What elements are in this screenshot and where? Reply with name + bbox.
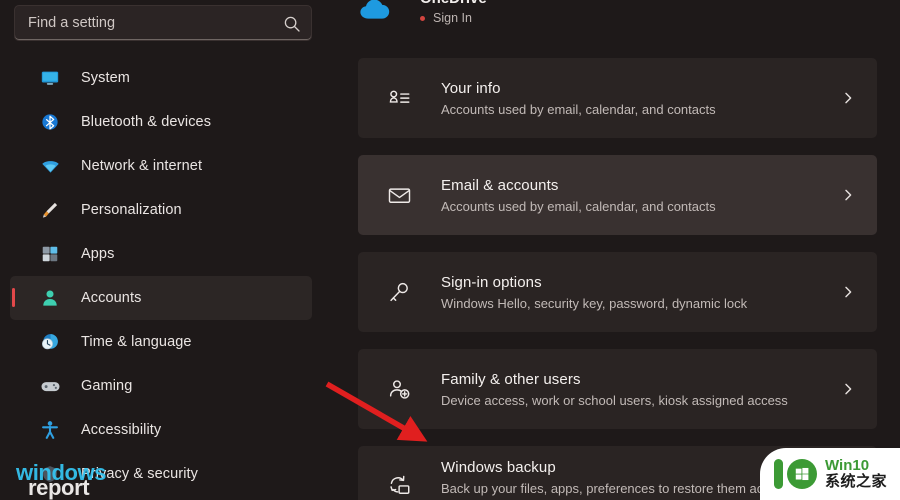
account-status-label: Sign In xyxy=(433,11,472,25)
sidebar-item-personalization[interactable]: Personalization xyxy=(10,188,312,232)
user-details-icon xyxy=(386,85,412,111)
account-status[interactable]: Sign In xyxy=(420,11,487,26)
watermark-win10-line: Win10 xyxy=(825,457,870,475)
sidebar-item-bluetooth-devices[interactable]: Bluetooth & devices xyxy=(10,100,312,144)
sidebar: Find a setting System Bluetooth & device… xyxy=(0,0,330,500)
wifi-icon xyxy=(39,155,61,177)
search-input[interactable]: Find a setting xyxy=(28,6,277,40)
settings-card-text: Email & accounts Accounts used by email,… xyxy=(441,176,833,215)
chevron-right-icon[interactable] xyxy=(833,91,863,105)
watermark-win10-badge: Win10 系统之家 xyxy=(760,448,900,500)
person-icon xyxy=(39,287,61,309)
settings-card-title: Sign-in options xyxy=(441,273,542,291)
sidebar-item-system[interactable]: System xyxy=(10,56,312,100)
sidebar-item-label: Personalization xyxy=(81,202,182,218)
sidebar-item-network-internet[interactable]: Network & internet xyxy=(10,144,312,188)
clock-globe-icon xyxy=(39,331,61,353)
settings-card-subtitle: Device access, work or school users, kio… xyxy=(441,392,788,408)
monitor-icon xyxy=(39,67,61,89)
sidebar-item-label: Accounts xyxy=(81,290,142,306)
settings-card-text: Sign-in options Windows Hello, security … xyxy=(441,273,833,312)
onedrive-cloud-icon xyxy=(358,0,392,24)
sidebar-item-label: Gaming xyxy=(81,378,133,394)
settings-card-subtitle: Windows Hello, security key, password, d… xyxy=(441,295,748,311)
selected-indicator xyxy=(12,288,15,307)
settings-card-text: Family & other users Device access, work… xyxy=(441,370,833,409)
settings-card-email-accounts[interactable]: Email & accounts Accounts used by email,… xyxy=(358,155,877,235)
settings-card-subtitle: Accounts used by email, calendar, and co… xyxy=(441,101,716,117)
search-icon[interactable] xyxy=(283,15,301,33)
sidebar-item-label: Apps xyxy=(81,246,115,262)
account-name: OneDrive xyxy=(420,0,487,8)
settings-card-family-other-users[interactable]: Family & other users Device access, work… xyxy=(358,349,877,429)
settings-card-sign-in-options[interactable]: Sign-in options Windows Hello, security … xyxy=(358,252,877,332)
paintbrush-icon xyxy=(39,199,61,221)
gamepad-icon xyxy=(39,375,61,397)
settings-card-subtitle: Accounts used by email, calendar, and co… xyxy=(441,198,716,214)
settings-card-title: Email & accounts xyxy=(441,176,559,194)
watermark-cn-line: 系统之家 xyxy=(825,473,888,490)
sidebar-item-label: Privacy & security xyxy=(81,466,199,482)
search-box[interactable]: Find a setting xyxy=(14,5,312,41)
account-header-text: OneDrive Sign In xyxy=(420,0,487,26)
settings-card-title: Family & other users xyxy=(441,370,581,388)
add-user-icon xyxy=(386,376,412,402)
shield-icon xyxy=(39,463,61,485)
settings-card-title: Your info xyxy=(441,79,501,97)
settings-card-list: Your info Accounts used by email, calend… xyxy=(358,58,877,500)
sidebar-item-label: Time & language xyxy=(81,334,192,350)
sidebar-nav: System Bluetooth & devices Network & int… xyxy=(0,56,330,496)
settings-window: Find a setting System Bluetooth & device… xyxy=(0,0,900,500)
sidebar-item-apps[interactable]: Apps xyxy=(10,232,312,276)
envelope-icon xyxy=(386,182,412,208)
status-dot-icon xyxy=(420,16,425,21)
backup-sync-icon xyxy=(386,473,412,499)
sidebar-item-label: System xyxy=(81,70,130,86)
main-content: OneDrive Sign In xyxy=(330,0,900,500)
account-header[interactable]: OneDrive Sign In xyxy=(358,0,878,28)
sidebar-item-time-language[interactable]: Time & language xyxy=(10,320,312,364)
bluetooth-icon xyxy=(39,111,61,133)
settings-card-your-info[interactable]: Your info Accounts used by email, calend… xyxy=(358,58,877,138)
win10-logo-icon xyxy=(774,459,817,489)
accessibility-icon xyxy=(39,419,61,441)
sidebar-item-label: Accessibility xyxy=(81,422,162,438)
sidebar-item-accounts[interactable]: Accounts xyxy=(10,276,312,320)
sidebar-item-gaming[interactable]: Gaming xyxy=(10,364,312,408)
sidebar-item-label: Network & internet xyxy=(81,158,203,174)
settings-card-text: Your info Accounts used by email, calend… xyxy=(441,79,833,118)
chevron-right-icon[interactable] xyxy=(833,285,863,299)
chevron-right-icon[interactable] xyxy=(833,382,863,396)
key-icon xyxy=(386,279,412,305)
watermark-text: Win10 系统之家 xyxy=(825,458,887,490)
apps-grid-icon xyxy=(39,243,61,265)
sidebar-item-privacy-security[interactable]: Privacy & security xyxy=(10,452,312,496)
sidebar-item-accessibility[interactable]: Accessibility xyxy=(10,408,312,452)
chevron-right-icon[interactable] xyxy=(833,188,863,202)
sidebar-item-label: Bluetooth & devices xyxy=(81,114,212,130)
